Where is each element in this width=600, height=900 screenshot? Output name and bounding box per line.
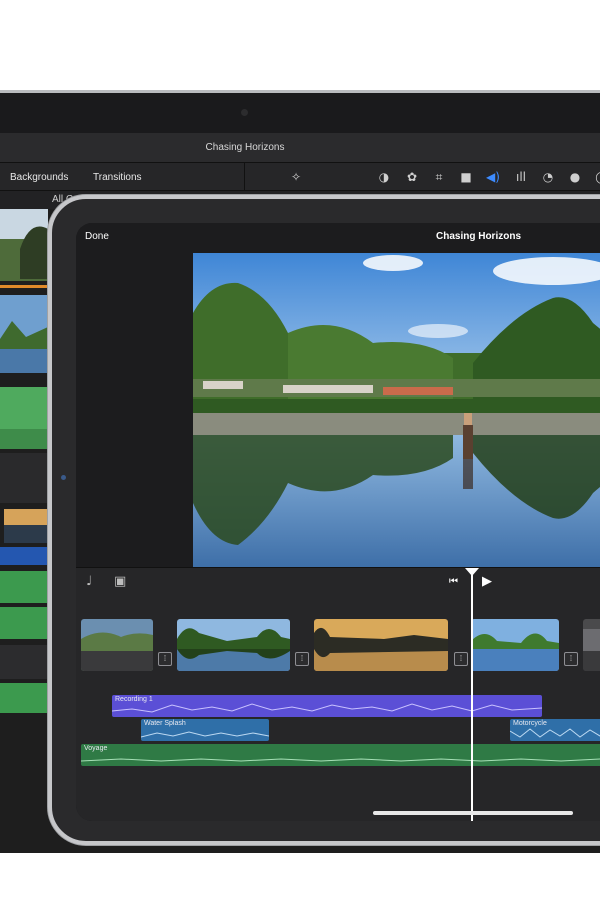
audio-track-motorcycle[interactable]: Motorcycle — [510, 719, 600, 741]
video-clip-3[interactable] — [314, 619, 448, 671]
equalizer-icon[interactable]: ıll — [513, 169, 529, 185]
audio-track-voyage[interactable]: Voyage — [81, 744, 600, 766]
clip-thumbnail — [81, 619, 153, 671]
tab-backgrounds[interactable]: Backgrounds — [10, 172, 68, 183]
video-clip-2[interactable] — [177, 619, 290, 671]
media-browser — [0, 209, 48, 769]
palette-icon[interactable]: ✿ — [404, 169, 420, 185]
browser-thumbnails — [0, 209, 48, 713]
timeline[interactable]: ♩ ▣ ⏮ ▶ ⁞ ⁞ ⁞ ⁞ Recording 1 Water Splash… — [76, 567, 600, 821]
volume-icon[interactable]: ◀) — [485, 169, 501, 185]
home-indicator[interactable] — [373, 811, 573, 815]
mac-toolbar: Backgrounds Transitions ✧ ◑ ✿ ⌗ ■ ◀) ıll… — [0, 163, 600, 191]
clip-thumbnail — [177, 619, 290, 671]
camera-icon[interactable]: ■ — [458, 169, 474, 185]
speed-icon[interactable]: ◔ — [540, 169, 556, 185]
mac-titlebar: Chasing Horizons — [0, 133, 600, 163]
mac-camera — [241, 109, 248, 116]
info-icon[interactable]: ◯ — [594, 169, 600, 185]
waveform — [81, 758, 600, 762]
tab-transitions[interactable]: Transitions — [93, 172, 142, 183]
magic-wand-icon[interactable]: ✧ — [288, 169, 304, 185]
done-button[interactable]: Done — [85, 231, 109, 242]
ipad-device: Done Chasing Horizons ♩ ▣ ⏮ ▶ ⁞ ⁞ ⁞ ⁞ Re… — [48, 195, 600, 845]
skip-to-start-icon[interactable]: ⏮ — [449, 576, 458, 587]
audio-label-water-splash: Water Splash — [144, 720, 186, 727]
clip-thumbnail — [583, 619, 600, 671]
video-frame — [193, 253, 600, 567]
playhead[interactable] — [471, 568, 473, 821]
video-clip-1[interactable] — [81, 619, 153, 671]
transition-marker[interactable]: ⁞ — [158, 652, 172, 666]
camera-icon[interactable]: ▣ — [114, 574, 126, 589]
color-balance-icon[interactable]: ◑ — [376, 169, 392, 185]
ipad-screen: Done Chasing Horizons ♩ ▣ ⏮ ▶ ⁞ ⁞ ⁞ ⁞ Re… — [76, 223, 600, 821]
audio-track-recording[interactable]: Recording 1 — [112, 695, 542, 717]
clip-thumbnail — [314, 619, 448, 671]
waveform — [112, 703, 542, 713]
ipad-camera — [61, 475, 66, 480]
video-clip-4[interactable] — [471, 619, 559, 671]
transition-marker[interactable]: ⁞ — [295, 652, 309, 666]
crop-icon[interactable]: ⌗ — [431, 169, 447, 185]
play-icon[interactable]: ▶ — [482, 574, 492, 589]
filter-icon[interactable]: ● — [567, 169, 583, 185]
video-viewer[interactable] — [193, 253, 600, 567]
audio-track-water-splash[interactable]: Water Splash — [141, 719, 269, 741]
ipad-topbar: Done Chasing Horizons — [76, 223, 600, 253]
playhead-handle[interactable] — [465, 568, 479, 576]
audio-label-motorcycle: Motorcycle — [513, 720, 547, 727]
app-screenshot: Chasing Horizons Backgrounds Transitions… — [0, 0, 600, 900]
microphone-icon[interactable]: ♩ — [86, 574, 92, 589]
transition-marker[interactable]: ⁞ — [454, 652, 468, 666]
transition-marker[interactable]: ⁞ — [564, 652, 578, 666]
viewer-sidebar — [76, 253, 193, 567]
toolbar-divider — [244, 163, 245, 191]
clip-thumbnail — [471, 619, 559, 671]
audio-label-recording: Recording 1 — [115, 696, 153, 703]
mac-window-title: Chasing Horizons — [205, 142, 285, 153]
video-clip-5[interactable] — [583, 619, 600, 671]
project-title: Chasing Horizons — [436, 231, 522, 242]
audio-label-voyage: Voyage — [84, 745, 108, 752]
